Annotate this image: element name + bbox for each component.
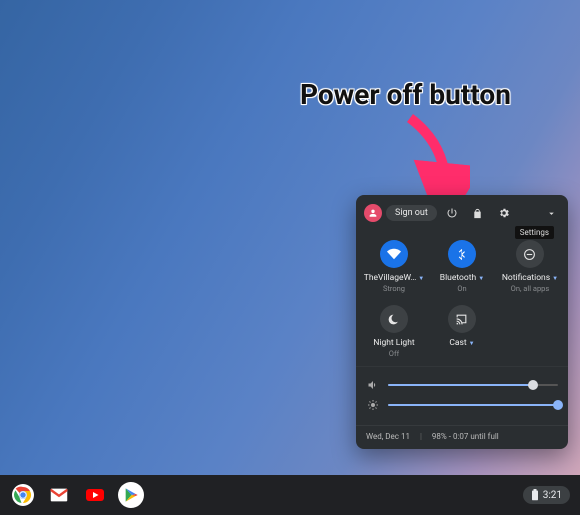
- brightness-icon: [366, 399, 380, 411]
- annotation-label: Power off button: [300, 78, 511, 111]
- volume-icon: [366, 379, 380, 391]
- nightlight-icon: [380, 305, 408, 333]
- shelf-apps: [10, 482, 144, 508]
- tile-notifications[interactable]: Notifications▼ On, all apps: [496, 236, 564, 301]
- user-avatar[interactable]: [364, 204, 382, 222]
- tile-notifications-label: Notifications: [502, 273, 550, 283]
- status-tray[interactable]: 3:21: [523, 486, 570, 504]
- wifi-icon: [380, 240, 408, 268]
- app-gmail[interactable]: [46, 482, 72, 508]
- settings-button[interactable]: [493, 202, 515, 224]
- cast-icon: [448, 305, 476, 333]
- app-youtube[interactable]: [82, 482, 108, 508]
- bluetooth-icon: [448, 240, 476, 268]
- tile-bluetooth-sub: On: [457, 284, 466, 293]
- status-row: Wed, Dec 11 | 98% - 0:07 until full: [356, 425, 568, 443]
- tile-wifi-label: TheVillageW…: [364, 273, 417, 283]
- tile-cast[interactable]: Cast▼: [428, 301, 496, 366]
- collapse-button[interactable]: [540, 202, 562, 224]
- volume-slider[interactable]: [366, 379, 558, 391]
- date-text[interactable]: Wed, Dec 11: [366, 432, 410, 441]
- shelf: 3:21: [0, 475, 580, 515]
- dnd-icon: [516, 240, 544, 268]
- tile-wifi[interactable]: TheVillageW…▼ Strong: [360, 236, 428, 301]
- chevron-down-icon: [546, 208, 557, 219]
- lock-button[interactable]: [467, 202, 489, 224]
- tile-bluetooth[interactable]: Bluetooth▼ On: [428, 236, 496, 301]
- battery-text[interactable]: 98% - 0:07 until full: [432, 432, 499, 441]
- app-play[interactable]: [118, 482, 144, 508]
- clock-text: 3:21: [543, 490, 562, 501]
- tile-cast-label: Cast: [449, 338, 466, 348]
- app-chrome[interactable]: [10, 482, 36, 508]
- quick-settings-panel: Sign out Settings TheVillageW…▼ Strong B…: [356, 195, 568, 449]
- tile-notifications-sub: On, all apps: [511, 284, 550, 293]
- tile-nightlight[interactable]: Night Light Off: [360, 301, 428, 366]
- tile-nightlight-sub: Off: [389, 349, 399, 358]
- separator: |: [420, 432, 422, 441]
- brightness-slider[interactable]: [366, 399, 558, 411]
- power-button[interactable]: [441, 202, 463, 224]
- tile-wifi-sub: Strong: [383, 284, 405, 293]
- battery-icon: [531, 489, 539, 501]
- sliders: [356, 366, 568, 425]
- tile-bluetooth-label: Bluetooth: [440, 273, 476, 283]
- sign-out-button[interactable]: Sign out: [386, 205, 437, 221]
- settings-tooltip: Settings: [515, 226, 554, 239]
- tile-nightlight-label: Night Light: [373, 338, 414, 348]
- quick-tiles: TheVillageW…▼ Strong Bluetooth▼ On Notif…: [356, 228, 568, 366]
- panel-header: Sign out: [356, 195, 568, 228]
